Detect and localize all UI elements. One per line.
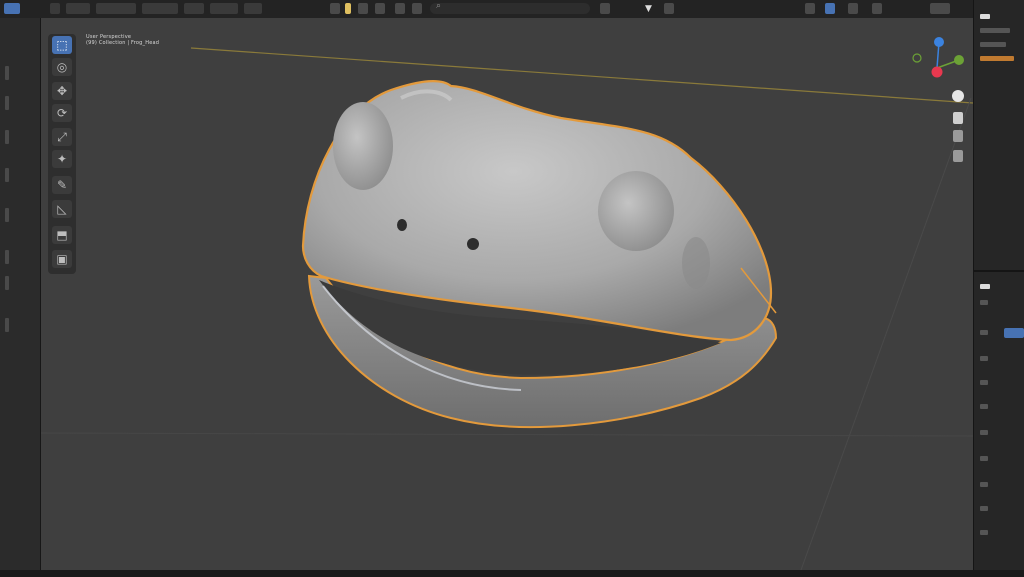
menu-view[interactable] bbox=[66, 3, 90, 14]
edge-handle-2[interactable] bbox=[5, 96, 9, 110]
pivot-icon[interactable] bbox=[345, 3, 351, 14]
y-axis-icon bbox=[954, 55, 964, 65]
camera-icon[interactable] bbox=[953, 130, 963, 142]
move-tool[interactable]: ✥ bbox=[52, 82, 72, 100]
object-label: (99) Collection | Frog_Head bbox=[86, 40, 160, 46]
scale-tool[interactable]: ⤢ bbox=[52, 128, 72, 146]
outliner-row-1[interactable] bbox=[980, 28, 1010, 33]
menu-extra[interactable] bbox=[210, 3, 238, 14]
edge-handle-1[interactable] bbox=[5, 66, 9, 80]
x-axis-icon bbox=[931, 66, 943, 78]
floor-line bbox=[41, 432, 973, 437]
properties-tab-7[interactable] bbox=[980, 456, 988, 461]
status-bar bbox=[0, 570, 1024, 577]
zoom-icon[interactable] bbox=[952, 90, 964, 102]
x-axis-line bbox=[190, 47, 973, 104]
editor-icon-a[interactable] bbox=[805, 3, 815, 14]
left-sidebar-strip bbox=[0, 18, 41, 577]
outliner-row-selected[interactable] bbox=[980, 56, 1014, 61]
outliner-row-2[interactable] bbox=[980, 42, 1006, 47]
tool-shelf: ⬚ ◎ ✥ ⟳ ⤢ ✦ ✎ ◺ ⬒ ▣ bbox=[48, 34, 76, 274]
menu-icon[interactable] bbox=[50, 3, 60, 14]
orientation-icon[interactable] bbox=[330, 3, 340, 14]
shading-options-icon[interactable] bbox=[664, 3, 674, 14]
properties-active-tab[interactable] bbox=[1004, 328, 1024, 338]
measure-tool[interactable]: ◺ bbox=[52, 200, 72, 218]
outliner-icon[interactable] bbox=[980, 14, 990, 19]
properties-tab-8[interactable] bbox=[980, 482, 988, 487]
properties-tab-2[interactable] bbox=[980, 330, 988, 335]
3d-viewport[interactable] bbox=[41, 18, 973, 570]
filter-icon[interactable]: ▼ bbox=[645, 4, 652, 14]
z-axis-icon bbox=[934, 37, 944, 47]
cheek-shadow bbox=[682, 237, 710, 289]
edge-handle-5[interactable] bbox=[5, 208, 9, 222]
neg-y-axis-icon bbox=[912, 53, 922, 63]
edge-handle-8[interactable] bbox=[5, 318, 9, 332]
right-eye-bulge bbox=[598, 171, 674, 251]
viewport-info-overlay: User Perspective (99) Collection | Frog_… bbox=[86, 34, 159, 46]
select-box-tool[interactable]: ⬚ bbox=[52, 36, 72, 54]
edge-handle-6[interactable] bbox=[5, 250, 9, 264]
xray-icon[interactable] bbox=[412, 3, 422, 14]
extra-tool[interactable]: ▣ bbox=[52, 250, 72, 268]
right-side-panels bbox=[973, 0, 1024, 577]
left-nostril bbox=[397, 219, 407, 231]
menu-add[interactable] bbox=[142, 3, 178, 14]
overlay-icon[interactable] bbox=[395, 3, 405, 14]
add-cube-tool[interactable]: ⬒ bbox=[52, 226, 72, 244]
properties-tab-10[interactable] bbox=[980, 530, 988, 535]
grid-line bbox=[800, 97, 972, 570]
properties-tab-5[interactable] bbox=[980, 404, 988, 409]
edge-handle-4[interactable] bbox=[5, 168, 9, 182]
properties-tab-3[interactable] bbox=[980, 356, 988, 361]
menu-extra-2[interactable] bbox=[244, 3, 262, 14]
pan-icon[interactable] bbox=[953, 112, 963, 124]
editor-icon-c[interactable] bbox=[848, 3, 858, 14]
properties-tab-6[interactable] bbox=[980, 430, 988, 435]
edge-handle-3[interactable] bbox=[5, 130, 9, 144]
annotate-tool[interactable]: ✎ bbox=[52, 176, 72, 194]
shading-icon[interactable] bbox=[600, 3, 610, 14]
search-field[interactable]: ⌕ bbox=[430, 1, 590, 14]
cursor-tool[interactable]: ◎ bbox=[52, 58, 72, 76]
panel-divider bbox=[974, 270, 1024, 272]
viewport-scene bbox=[41, 47, 973, 570]
rotate-tool[interactable]: ⟳ bbox=[52, 104, 72, 122]
left-eye-bulge bbox=[333, 102, 393, 190]
properties-icon[interactable] bbox=[980, 284, 990, 289]
right-nostril bbox=[467, 238, 479, 250]
editor-icon-b[interactable] bbox=[825, 3, 835, 14]
properties-tab-9[interactable] bbox=[980, 506, 988, 511]
editor-type-icon[interactable] bbox=[4, 3, 20, 14]
menu-select[interactable] bbox=[96, 3, 136, 14]
snap-icon[interactable] bbox=[358, 3, 368, 14]
editor-icon-d[interactable] bbox=[872, 3, 882, 14]
properties-tab-1[interactable] bbox=[980, 300, 988, 305]
edge-handle-7[interactable] bbox=[5, 276, 9, 290]
perspective-icon[interactable] bbox=[953, 150, 963, 162]
editor-icon-e[interactable] bbox=[930, 3, 950, 14]
navigation-gizmo[interactable] bbox=[905, 30, 969, 94]
proportional-icon[interactable] bbox=[375, 3, 385, 14]
transform-tool[interactable]: ✦ bbox=[52, 150, 72, 168]
top-header-bar: ⌕ ▼ bbox=[0, 0, 1024, 19]
search-icon: ⌕ bbox=[436, 1, 442, 11]
menu-object[interactable] bbox=[184, 3, 204, 14]
properties-tab-4[interactable] bbox=[980, 380, 988, 385]
